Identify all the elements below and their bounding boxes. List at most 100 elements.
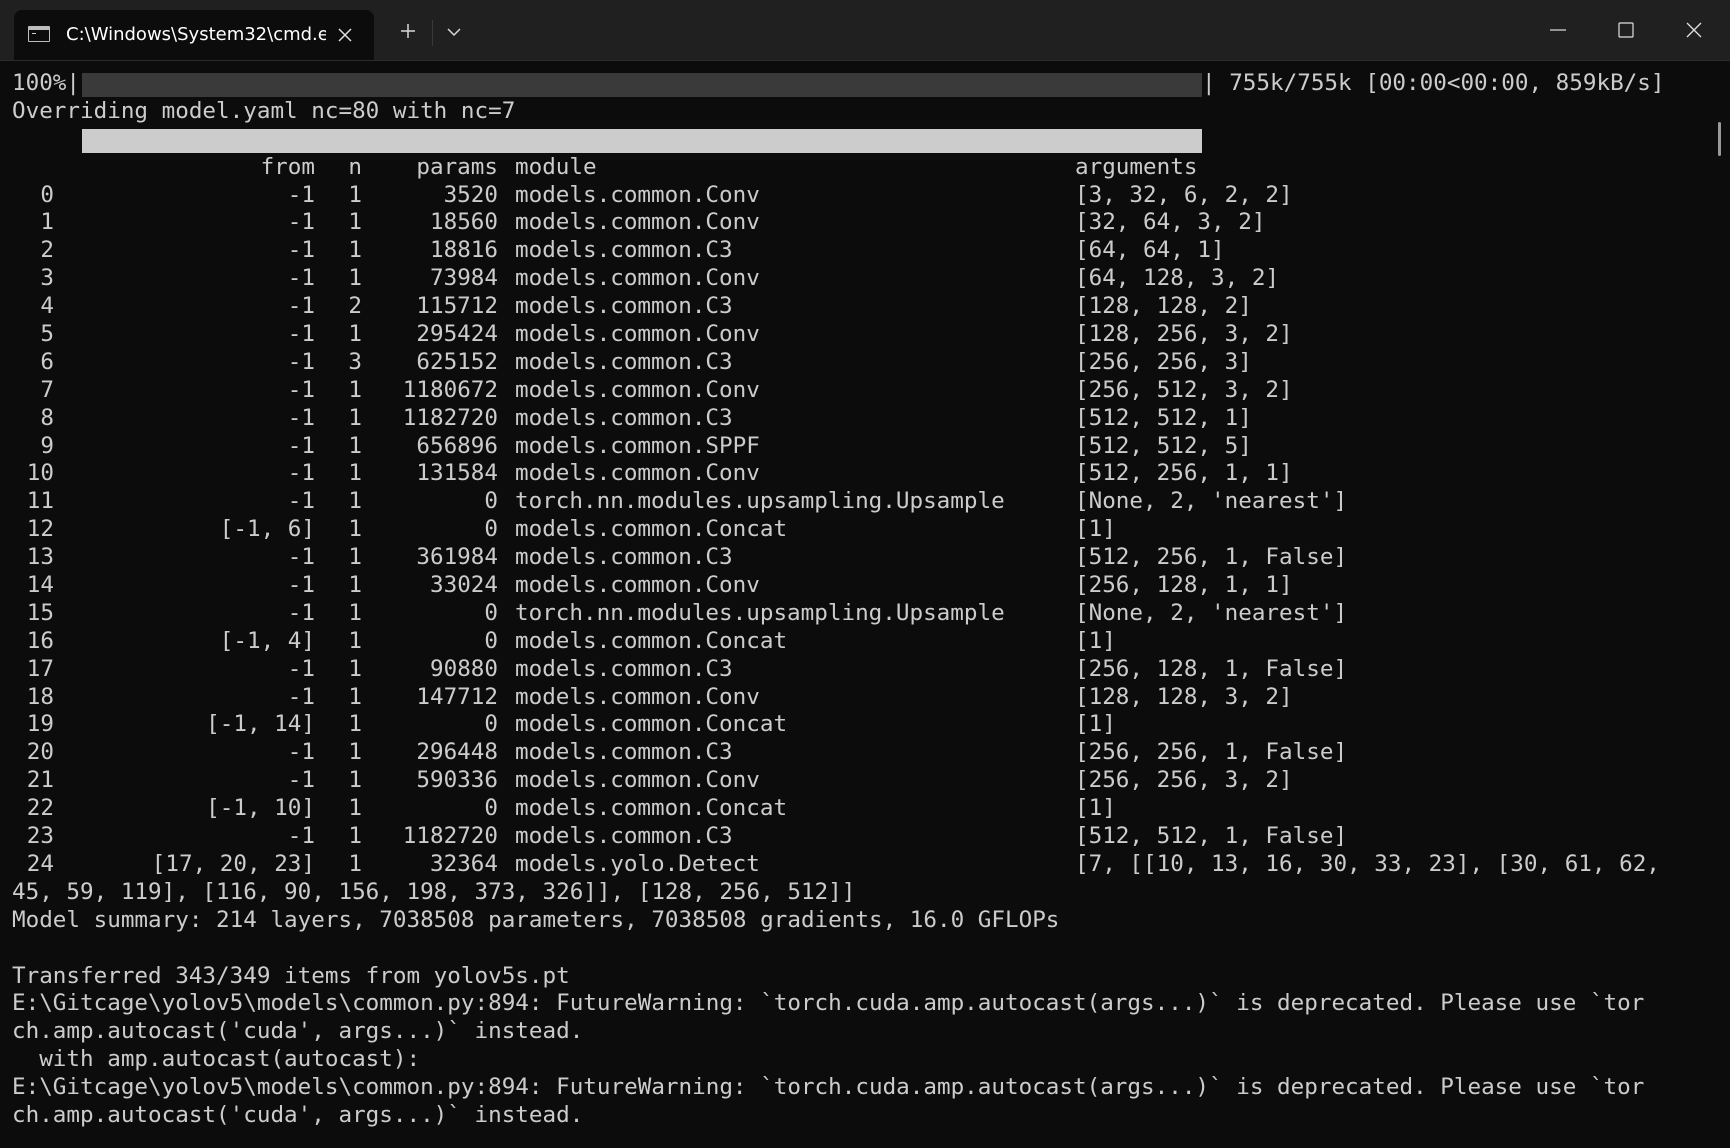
scrollbar-thumb[interactable] (1718, 122, 1721, 156)
layer-arguments: [None, 2, 'nearest'] (1075, 599, 1348, 626)
table-row: 23 -1 1 1182720 models.common.C3 [512, 512, 1… (12, 823, 1712, 851)
minimize-button[interactable] (1524, 0, 1592, 60)
close-icon (1686, 22, 1702, 38)
table-row: 3 -1 1 73984 models.common.Conv [64, 128, 3, … (12, 265, 1712, 293)
table-row: 5 -1 1 295424 models.common.Conv [128, 256, 3… (12, 321, 1712, 349)
layer-arguments: [128, 128, 3, 2] (1075, 683, 1293, 710)
layer-n: 3 (348, 348, 362, 375)
layer-n: 1 (348, 181, 362, 208)
layer-index: 18 (26, 683, 54, 710)
layer-params: 295424 (416, 321, 498, 348)
layer-params: 33024 (429, 572, 498, 599)
layer-arguments: [1] (1075, 795, 1116, 822)
layer-module: models.common.SPPF (515, 432, 760, 459)
layer-table: 0 -1 1 3520 models.common.Conv [3, 32, 6, 2, … (12, 182, 1712, 879)
layer-n: 1 (348, 711, 362, 738)
layer-params: 3520 (443, 181, 498, 208)
layer-arguments: [1] (1075, 516, 1116, 543)
layer-arguments: [64, 128, 3, 2] (1075, 265, 1280, 292)
layer-from: -1 (287, 460, 315, 487)
layer-n: 1 (348, 488, 362, 515)
output-tail: 45, 59, 119], [116, 90, 156, 198, 373, 3… (12, 879, 1712, 1130)
layer-index: 11 (26, 488, 54, 515)
tab-close-button[interactable] (330, 22, 360, 48)
layer-module: models.common.Conv (515, 683, 760, 710)
chevron-down-icon (447, 28, 461, 37)
layer-n: 1 (348, 544, 362, 571)
layer-index: 2 (40, 237, 54, 264)
layer-arguments: [64, 64, 1] (1075, 237, 1225, 264)
output-line: Transferred 343/349 items from yolov5s.p… (12, 962, 570, 989)
layer-from: [-1, 4] (219, 627, 315, 654)
layer-arguments: [32, 64, 3, 2] (1075, 209, 1266, 236)
layer-params: 1180672 (402, 376, 498, 403)
layer-params: 115712 (416, 293, 498, 320)
layer-n: 1 (348, 572, 362, 599)
layer-module: models.common.Conv (515, 321, 760, 348)
layer-index: 6 (40, 348, 54, 375)
table-row: 17 -1 1 90880 models.common.C3 [256, 128, 1, … (12, 656, 1712, 684)
table-row: 19 [-1, 14] 1 0 models.common.Concat [1] (12, 711, 1712, 739)
close-window-button[interactable] (1660, 0, 1728, 60)
layer-index: 23 (26, 823, 54, 850)
output-line: ch.amp.autocast('cuda', args...)` instea… (12, 1018, 584, 1045)
layer-index: 15 (26, 599, 54, 626)
layer-n: 1 (348, 237, 362, 264)
table-row: 18 -1 1 147712 models.common.Conv [128, 128, … (12, 684, 1712, 712)
layer-index: 20 (26, 739, 54, 766)
layer-from: -1 (287, 767, 315, 794)
layer-arguments: [256, 512, 3, 2] (1075, 376, 1293, 403)
layer-params: 0 (484, 599, 498, 626)
new-tab-button[interactable] (390, 16, 426, 46)
layer-index: 1 (40, 209, 54, 236)
maximize-icon (1618, 22, 1634, 38)
layer-from: [17, 20, 23] (151, 850, 315, 877)
layer-arguments: [128, 128, 2] (1075, 293, 1252, 320)
layer-params: 32364 (429, 850, 498, 877)
table-row: 16 [-1, 4] 1 0 models.common.Concat [1] (12, 628, 1712, 656)
terminal-output[interactable]: 100%| | 755k/755k [00:00<00:00, 859kB/s]… (12, 70, 1712, 1145)
layer-n: 1 (348, 739, 362, 766)
table-row: 12 [-1, 6] 1 0 models.common.Concat [1] (12, 516, 1712, 544)
layer-index: 3 (40, 265, 54, 292)
layer-from: -1 (287, 321, 315, 348)
layer-arguments: [256, 128, 1, False] (1075, 655, 1348, 682)
layer-index: 12 (26, 516, 54, 543)
table-row: 10 -1 1 131584 models.common.Conv [512, 256, … (12, 460, 1712, 488)
layer-n: 1 (348, 850, 362, 877)
layer-from: [-1, 10] (206, 795, 315, 822)
layer-from: -1 (287, 348, 315, 375)
table-row: 1 -1 1 18560 models.common.Conv [32, 64, 3, 2… (12, 209, 1712, 237)
layer-index: 16 (26, 627, 54, 654)
layer-from: -1 (287, 293, 315, 320)
layer-module: models.common.Conv (515, 460, 760, 487)
layer-from: -1 (287, 488, 315, 515)
layer-params: 1182720 (402, 404, 498, 431)
layer-arguments: [256, 256, 1, False] (1075, 739, 1348, 766)
layer-n: 1 (348, 460, 362, 487)
layer-n: 1 (348, 767, 362, 794)
layer-index: 5 (40, 321, 54, 348)
layer-from: -1 (287, 572, 315, 599)
table-row: 2 -1 1 18816 models.common.C3 [64, 64, 1] (12, 237, 1712, 265)
tab-dropdown-button[interactable] (440, 18, 468, 46)
table-row: 11 -1 1 0 torch.nn.modules.upsampling.Upsamp… (12, 488, 1712, 516)
layer-arguments: [512, 512, 1, False] (1075, 823, 1348, 850)
header-n: n (348, 153, 362, 180)
table-row: 9 -1 1 656896 models.common.SPPF [512, 512, 5… (12, 433, 1712, 461)
layer-arguments: [512, 512, 5] (1075, 432, 1252, 459)
layer-from: -1 (287, 181, 315, 208)
layer-module: models.common.Conv (515, 209, 760, 236)
maximize-button[interactable] (1592, 0, 1660, 60)
progress-stats: | 755k/755k [00:00<00:00, 859kB/s] (1202, 70, 1665, 96)
table-row: 21 -1 1 590336 models.common.Conv [256, 256, … (12, 767, 1712, 795)
layer-index: 4 (40, 293, 54, 320)
layer-from: -1 (287, 209, 315, 236)
layer-module: models.common.C3 (515, 348, 733, 375)
plus-icon (401, 24, 415, 38)
layer-params: 590336 (416, 767, 498, 794)
layer-index: 21 (26, 767, 54, 794)
terminal-tab[interactable]: C:\Windows\System32\cmd.exe (14, 10, 374, 60)
layer-params: 131584 (416, 460, 498, 487)
header-arguments: arguments (1075, 153, 1198, 180)
